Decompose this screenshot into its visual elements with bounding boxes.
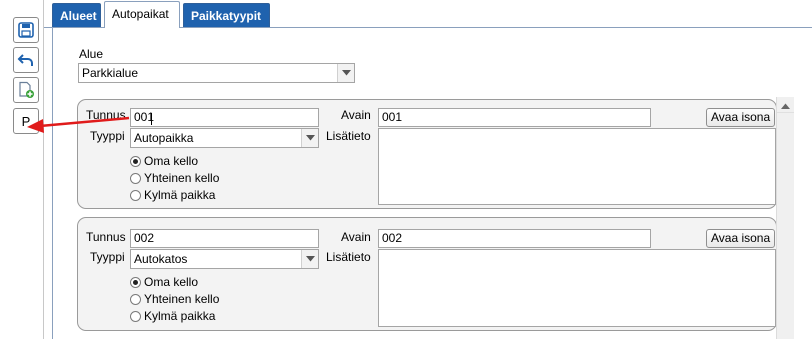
save-button[interactable] <box>13 17 39 43</box>
radio-button[interactable] <box>130 293 141 305</box>
avain-label: Avain <box>341 108 371 122</box>
tunnus-label: Tunnus <box>86 230 126 244</box>
tyyppi-label: Tyyppi <box>90 250 125 264</box>
tunnus-input[interactable]: 001 <box>130 108 319 127</box>
radio-label: Yhteinen kello <box>144 292 220 306</box>
tyyppi-select[interactable]: Autopaikka <box>130 128 319 148</box>
undo-icon <box>17 51 35 69</box>
radio-button[interactable] <box>130 189 141 201</box>
add-document-icon <box>17 81 35 99</box>
add-document-button[interactable] <box>13 77 39 103</box>
radio-button[interactable] <box>130 155 141 167</box>
tyyppi-select[interactable]: Autokatos <box>130 249 319 269</box>
chevron-down-icon[interactable] <box>301 250 318 268</box>
left-toolbar: P <box>0 0 44 339</box>
radio-yhteinen-kello[interactable]: Yhteinen kello <box>130 171 219 185</box>
avain-input[interactable]: 001 <box>378 108 651 127</box>
scroll-up-arrow-icon <box>781 98 790 112</box>
lisatieto-label: Lisätieto <box>326 250 371 264</box>
radio-kylma-paikka[interactable]: Kylmä paikka <box>130 309 215 323</box>
area-select[interactable]: Parkkialue <box>78 63 355 83</box>
radio-button[interactable] <box>130 276 141 288</box>
radio-button[interactable] <box>130 310 141 322</box>
avain-input[interactable]: 002 <box>378 229 651 248</box>
scroll-up-button[interactable] <box>777 97 794 113</box>
radio-yhteinen-kello[interactable]: Yhteinen kello <box>130 292 219 306</box>
tab-paikkatyypit[interactable]: Paikkatyypit <box>183 3 270 27</box>
radio-label: Kylmä paikka <box>144 309 216 323</box>
p-button[interactable]: P <box>13 108 39 134</box>
undo-button[interactable] <box>13 47 39 73</box>
chevron-down-icon[interactable] <box>337 64 354 82</box>
area-label: Alue <box>79 47 104 61</box>
radio-button[interactable] <box>130 172 141 184</box>
open-large-button[interactable]: Avaa isona <box>706 229 776 248</box>
tab-alueet[interactable]: Alueet <box>52 3 101 27</box>
save-icon <box>17 21 35 39</box>
radio-oma-kello[interactable]: Oma kello <box>130 275 198 289</box>
chevron-down-icon[interactable] <box>301 129 318 147</box>
text-cursor <box>151 113 152 125</box>
avain-label: Avain <box>341 230 371 244</box>
radio-label: Oma kello <box>144 275 199 289</box>
tyyppi-select-value: Autopaikka <box>134 131 194 145</box>
tyyppi-select-value: Autokatos <box>134 252 188 266</box>
radio-kylma-paikka[interactable]: Kylmä paikka <box>130 188 215 202</box>
tyyppi-label: Tyyppi <box>90 129 125 143</box>
tunnus-input[interactable]: 002 <box>130 229 319 248</box>
tunnus-label: Tunnus <box>86 108 126 122</box>
open-large-button[interactable]: Avaa isona <box>706 108 776 127</box>
p-button-label: P <box>21 113 31 129</box>
lisatieto-label: Lisätieto <box>326 129 371 143</box>
radio-oma-kello[interactable]: Oma kello <box>130 154 198 168</box>
lisatieto-textarea[interactable] <box>378 128 776 205</box>
area-select-value: Parkkialue <box>82 66 139 80</box>
content-left-border <box>52 27 53 339</box>
radio-label: Yhteinen kello <box>144 171 220 185</box>
lisatieto-textarea[interactable] <box>378 249 776 327</box>
radio-label: Oma kello <box>144 154 199 168</box>
radio-label: Kylmä paikka <box>144 188 216 202</box>
vertical-scrollbar[interactable] <box>776 97 794 339</box>
tab-autopaikat[interactable]: Autopaikat <box>104 1 180 28</box>
